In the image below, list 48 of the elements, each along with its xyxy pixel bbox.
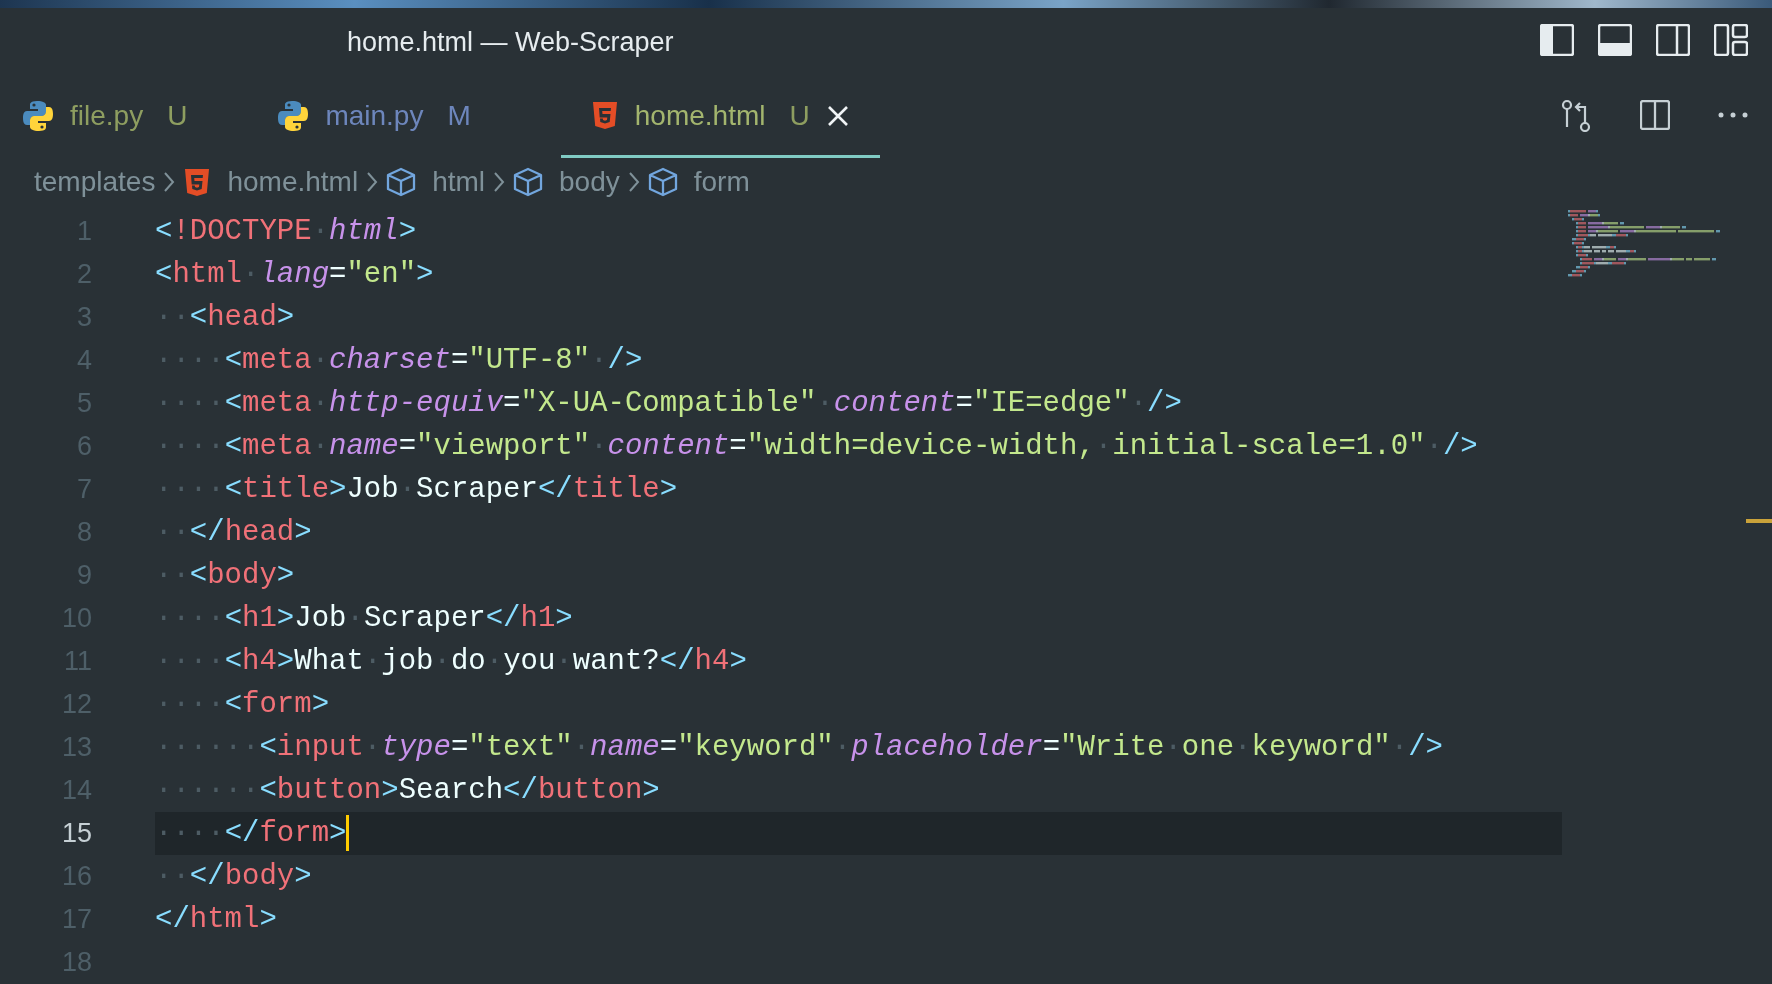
code-line: ····<h1>Job·Scraper</h1> [155,601,574,637]
panel-toggle-icon[interactable] [1598,24,1632,56]
close-icon[interactable] [825,103,850,128]
breadcrumb-item[interactable]: home.html [183,161,359,203]
code-line: ····</form> [155,817,347,850]
python-file-icon [277,98,310,133]
chevron-icon [366,171,379,193]
code-line: ··<body> [155,558,296,594]
secondary-sidebar-toggle-icon[interactable] [1656,24,1690,56]
more-actions-icon[interactable] [1718,111,1748,119]
code-line: ··</body> [155,859,313,895]
python-file-icon [22,98,54,133]
editor-tab[interactable]: main.py M [277,76,501,158]
cube-icon [386,167,417,197]
code-line: ····<form> [155,687,331,723]
code-line: </html> [155,902,278,938]
text-cursor [346,815,350,852]
layout-icon[interactable] [1714,24,1748,56]
split-editor-icon[interactable] [1640,100,1670,130]
chevron-icon [627,171,640,193]
code-line: ····<meta·http-equiv="X-UA-Compatible"·content="IE=edge"·/> [155,386,1183,422]
line-number: 15 [60,817,93,850]
html-file-icon [590,100,619,131]
overview-ruler-mark [1746,519,1772,523]
cube-icon [513,167,544,197]
code-line: ··</head> [155,515,313,551]
primary-sidebar-toggle-icon[interactable] [1540,24,1574,56]
breadcrumb-item[interactable]: html [386,161,486,203]
breadcrumb-item[interactable]: form [647,161,750,203]
code-line: ····<h4>What·job·do·you·want?</h4> [155,644,748,680]
breadcrumb-item[interactable]: templates [34,161,156,203]
editor-tab[interactable]: home.html U [560,76,880,158]
code-line: ····<meta·charset="UTF-8"·/> [155,343,644,379]
html-file-icon [183,166,212,198]
code-line: ······<button>Search</button> [155,773,661,809]
code-line: ··<head> [155,300,296,336]
breadcrumb-item[interactable]: body [513,161,620,203]
cube-icon [647,167,678,197]
editor-tab[interactable]: file.py U [22,76,218,158]
code-line: ····<meta·name="viewport"·content="width=device-width,·initial-scale=1.0"·/> [155,429,1479,465]
code-line: ······<input·type="text"·name="keyword"·placeholder="Write·one·keyword"·/> [155,730,1444,766]
code-line: <html·lang="en"> [155,257,435,293]
code-line: <!DOCTYPE·html> [155,214,418,250]
chevron-icon [493,171,506,193]
compare-changes-icon[interactable] [1560,98,1592,132]
chevron-icon [163,171,176,193]
window-title: home.html — Web-Scraper [347,26,674,59]
code-line: ····<title>Job·Scraper</title> [155,472,679,508]
